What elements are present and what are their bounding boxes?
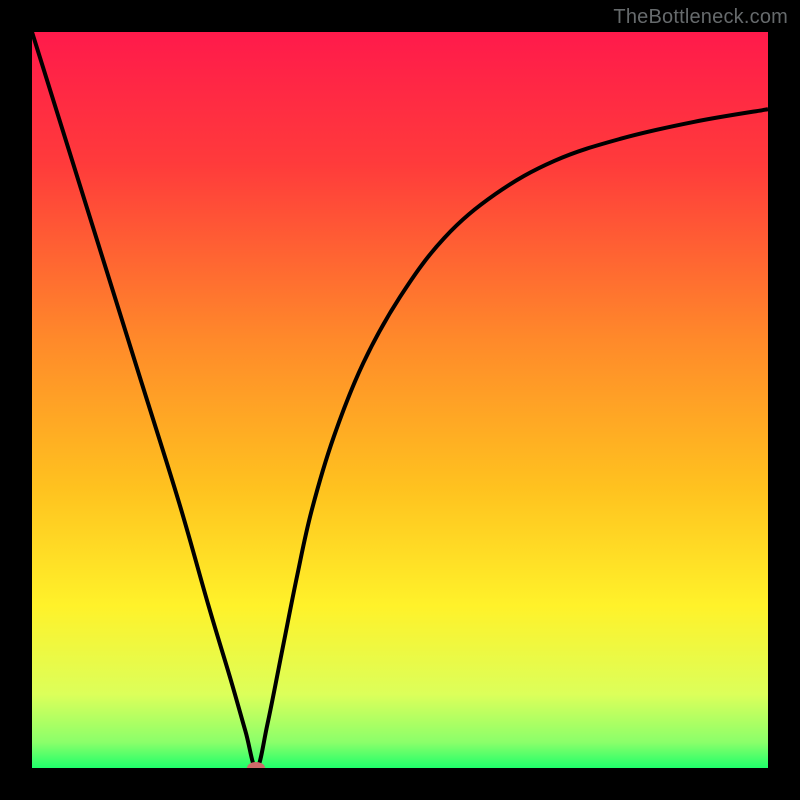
minimum-marker [247, 762, 265, 768]
watermark-text: TheBottleneck.com [613, 6, 788, 29]
bottleneck-curve [32, 32, 768, 768]
curve-layer [32, 32, 768, 768]
plot-area [32, 32, 768, 768]
chart-frame: TheBottleneck.com [0, 0, 800, 800]
